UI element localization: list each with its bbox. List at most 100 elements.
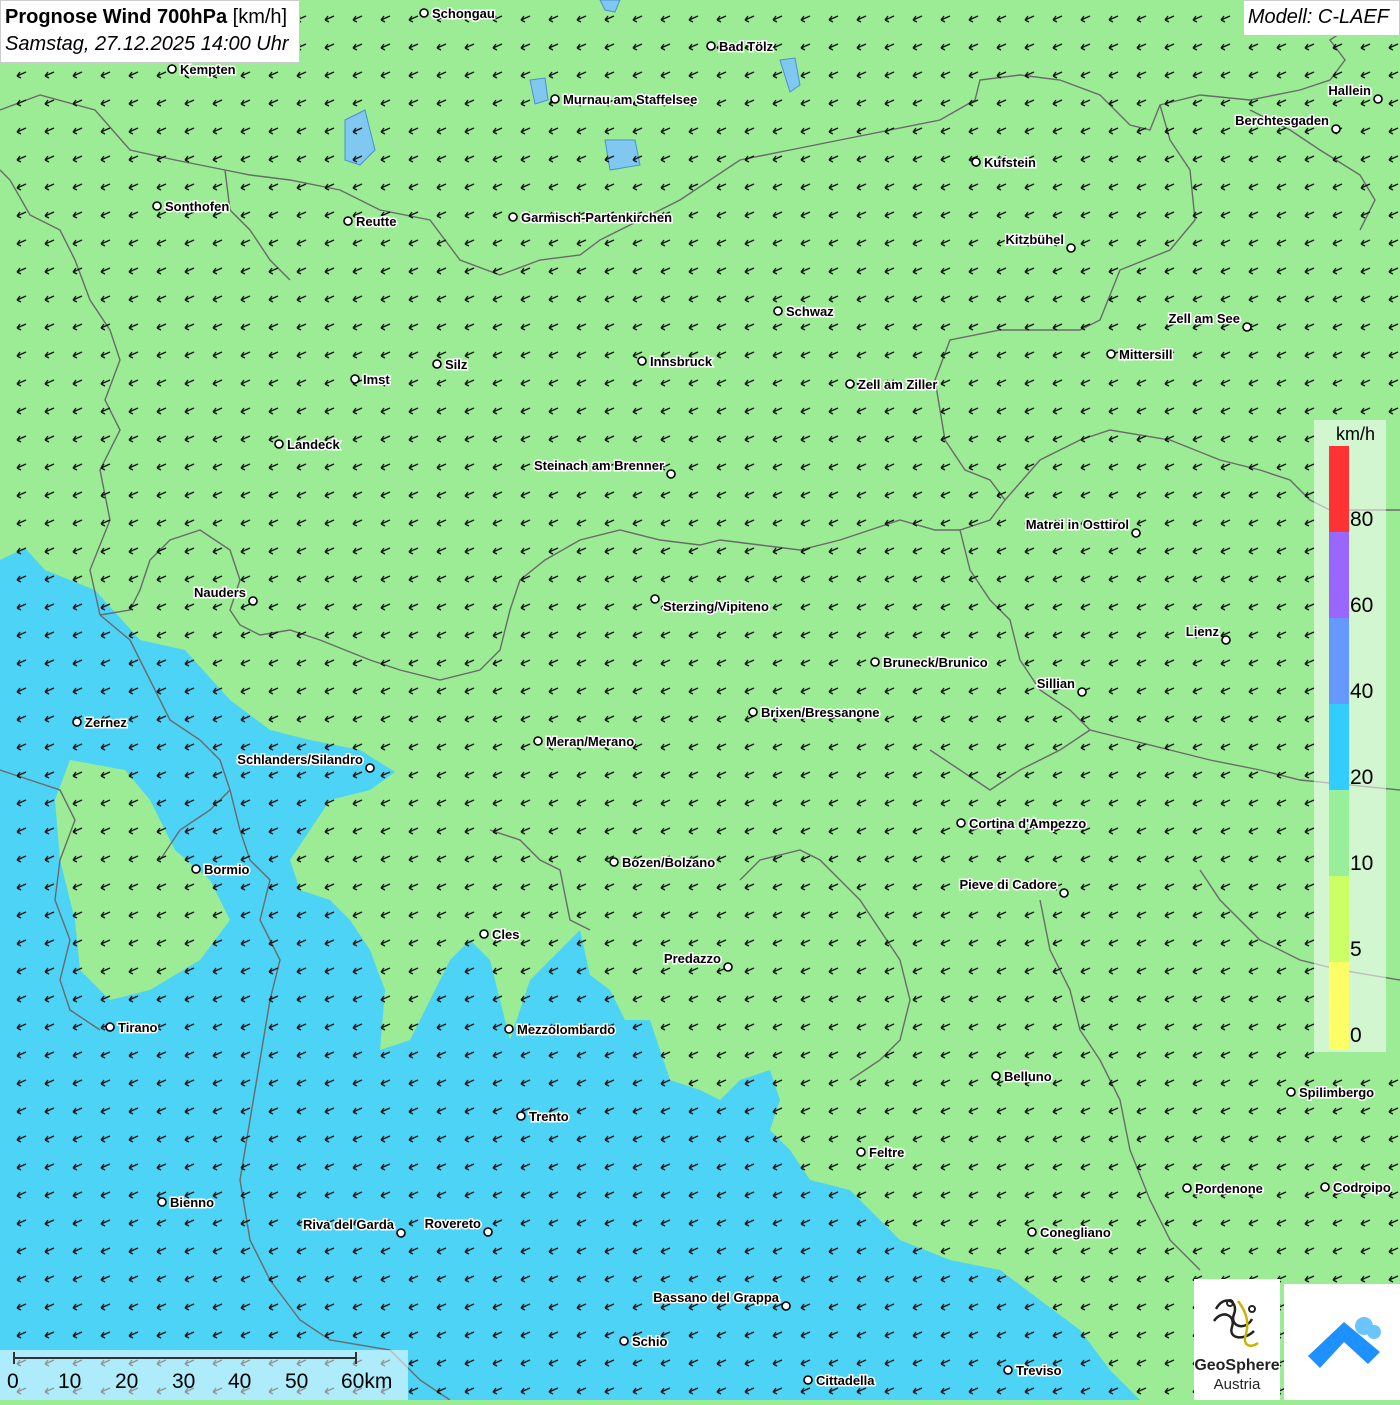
- city-label: Garmisch-Partenkirchen: [521, 210, 672, 225]
- legend-seg-60-80: [1329, 532, 1349, 618]
- city-marker: [483, 1227, 493, 1237]
- city-label: Zell am Ziller: [858, 377, 937, 392]
- city-label: Bozen/Bolzano: [622, 855, 715, 870]
- forecast-datetime: Samstag, 27.12.2025 14:00 Uhr: [5, 33, 289, 55]
- city-marker: [1242, 322, 1252, 332]
- city-label: Steinach am Brenner: [534, 458, 664, 473]
- scale-bar: 0 10 20 30 40 50 60km: [0, 1350, 408, 1400]
- city-marker: [248, 596, 258, 606]
- city-label: Nauders: [194, 585, 246, 600]
- city-marker: [1373, 94, 1383, 104]
- city-marker: [479, 929, 489, 939]
- scale-label-50: 50: [285, 1370, 309, 1393]
- city-marker: [845, 379, 855, 389]
- legend-tick-10: 10: [1350, 852, 1374, 875]
- city-marker: [1077, 687, 1087, 697]
- wind-map: Schongau Bad Tölz Kempten Murnau am Staffel…: [0, 0, 1400, 1400]
- city-label: Pordenone: [1195, 1181, 1263, 1196]
- city-marker: [432, 359, 442, 369]
- city-label: Murnau am Staffelsee: [563, 92, 697, 107]
- legend-seg-40-60: [1329, 618, 1349, 704]
- city-label: Cortina d'Ampezzo: [969, 816, 1086, 831]
- city-marker: [609, 857, 619, 867]
- city-marker: [971, 157, 981, 167]
- city-label: Zell am See: [1168, 311, 1240, 326]
- city-marker: [748, 707, 758, 717]
- city-marker: [1320, 1182, 1330, 1192]
- map-title-main: Prognose Wind 700hPa: [5, 6, 228, 28]
- legend-seg-80-plus: [1329, 446, 1349, 532]
- city-label: Schlanders/Silandro: [237, 752, 363, 767]
- city-marker: [72, 717, 82, 727]
- city-label: Feltre: [869, 1145, 904, 1160]
- city-marker: [343, 216, 353, 226]
- city-marker: [637, 356, 647, 366]
- geosphere-logo-sub: Austria: [1213, 1376, 1261, 1393]
- city-marker: [723, 962, 733, 972]
- city-label: Schwaz: [786, 304, 834, 319]
- city-marker: [781, 1301, 791, 1311]
- scale-label-40: 40: [228, 1370, 252, 1393]
- city-marker: [419, 8, 429, 18]
- scale-bar-line: [13, 1352, 357, 1364]
- city-label: Cles: [492, 927, 519, 942]
- city-label: Rovereto: [425, 1216, 481, 1231]
- map-title: Prognose Wind 700hPa [km/h]: [5, 4, 289, 31]
- city-label: Brixen/Bressanone: [761, 705, 880, 720]
- city-marker: [956, 818, 966, 828]
- city-label: Kitzbühel: [1006, 232, 1065, 247]
- city-label: Pieve di Cadore: [959, 877, 1057, 892]
- city-marker: [1286, 1087, 1296, 1097]
- city-label: Schongau: [432, 6, 495, 21]
- city-marker: [516, 1111, 526, 1121]
- city-label: Innsbruck: [650, 354, 713, 369]
- city-marker: [274, 439, 284, 449]
- city-label: Kufstein: [984, 155, 1036, 170]
- city-marker: [533, 736, 543, 746]
- color-legend: km/h 80 60 40 20 10 5 0: [1314, 420, 1386, 1052]
- legend-seg-10-20: [1329, 790, 1349, 876]
- city-label: Bienno: [170, 1195, 214, 1210]
- city-marker: [191, 864, 201, 874]
- legend-seg-20-40: [1329, 704, 1349, 790]
- city-marker: [1106, 349, 1116, 359]
- city-label: Sterzing/Vipiteno: [663, 599, 769, 614]
- city-marker: [504, 1024, 514, 1034]
- city-label: Meran/Merano: [546, 734, 634, 749]
- legend-seg-5-10: [1329, 876, 1349, 962]
- city-label: Predazzo: [664, 951, 721, 966]
- city-marker: [157, 1197, 167, 1207]
- city-label: Codroipo: [1333, 1180, 1391, 1195]
- city-label: Matrei in Osttirol: [1026, 517, 1129, 532]
- city-marker: [350, 374, 360, 384]
- city-marker: [650, 594, 660, 604]
- city-label: Hallein: [1328, 83, 1371, 98]
- city-label: Belluno: [1004, 1069, 1052, 1084]
- legend-tick-20: 20: [1350, 766, 1374, 789]
- city-marker: [1221, 635, 1231, 645]
- city-marker: [1059, 888, 1069, 898]
- legend-tick-40: 40: [1350, 680, 1374, 703]
- geosphere-logo[interactable]: GeoSphere Austria: [1194, 1279, 1280, 1400]
- city-label: Schio: [632, 1334, 667, 1349]
- city-label: Landeck: [287, 437, 341, 452]
- city-marker: [396, 1228, 406, 1238]
- city-label: Spilimbergo: [1299, 1085, 1374, 1100]
- city-marker: [773, 306, 783, 316]
- weather-app-icon: [1308, 1317, 1381, 1368]
- map-title-box: Prognose Wind 700hPa [km/h] Samstag, 27.…: [0, 0, 300, 63]
- city-label: Sillian: [1037, 676, 1075, 691]
- legend-tick-0: 0: [1350, 1024, 1362, 1047]
- city-marker: [167, 64, 177, 74]
- city-label: Trento: [529, 1109, 569, 1124]
- scale-label-30: 30: [172, 1370, 196, 1393]
- city-label: Sonthofen: [165, 199, 229, 214]
- geosphere-logo-icon: [1212, 1299, 1259, 1347]
- weather-app-logo[interactable]: [1284, 1284, 1400, 1400]
- city-marker: [870, 657, 880, 667]
- city-marker: [666, 469, 676, 479]
- city-marker: [1066, 243, 1076, 253]
- scale-label-20: 20: [115, 1370, 139, 1393]
- city-marker: [1131, 528, 1141, 538]
- city-marker: [1331, 124, 1341, 134]
